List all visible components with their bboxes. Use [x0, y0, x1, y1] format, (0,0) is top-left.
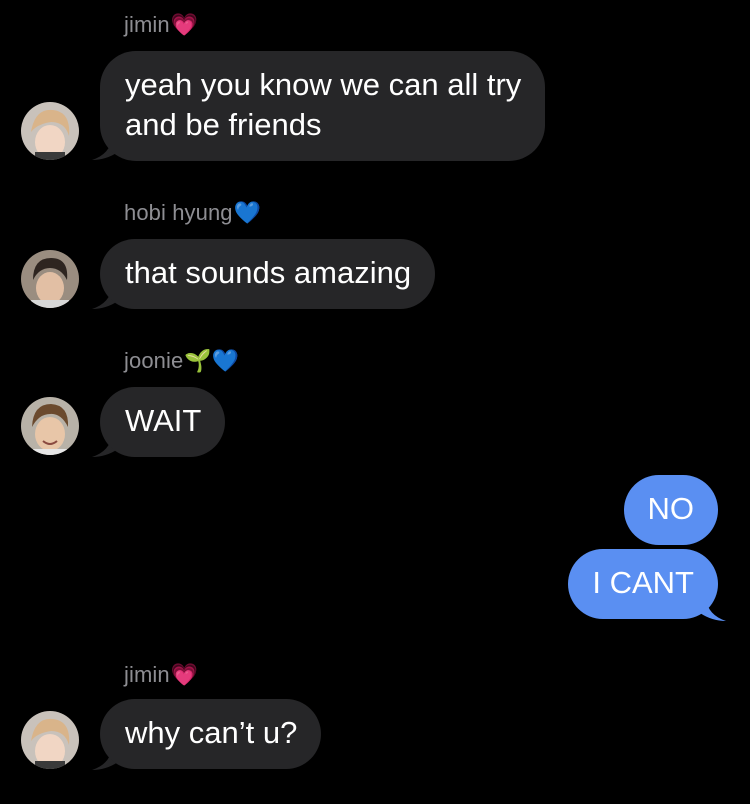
message-bubble-incoming[interactable]: why can’t u? [100, 699, 322, 769]
avatar-jimin[interactable] [21, 102, 79, 160]
avatar-joonie[interactable] [21, 397, 79, 455]
pink-heart-icon: 💗 [170, 662, 199, 687]
message-text: NO [647, 491, 695, 526]
message-text: why can’t u? [125, 715, 298, 750]
bubble-tail [700, 595, 726, 621]
blue-heart-icon: 💙 [233, 200, 262, 225]
sender-name-label: jimin [124, 662, 170, 687]
message-bubble-outgoing[interactable]: NO [623, 475, 718, 545]
sender-name: hobi hyung💙 [124, 200, 261, 226]
message-bubble-incoming[interactable]: WAIT [100, 387, 226, 457]
message-bubble-outgoing[interactable]: I CANT [568, 549, 718, 619]
sender-name: jimin💗 [124, 662, 198, 688]
message-text-line: yeah you know we can all try [125, 67, 522, 102]
avatar-jimin[interactable] [21, 711, 79, 769]
sender-name-label: joonie [124, 348, 184, 373]
seedling-blue-heart-icon: 🌱💙 [184, 348, 240, 373]
message-text: I CANT [592, 565, 694, 600]
sender-name-label: jimin [124, 12, 170, 37]
message-bubble-incoming[interactable]: that sounds amazing [100, 239, 436, 309]
message-text: WAIT [125, 403, 202, 438]
sender-name: jimin💗 [124, 12, 198, 38]
avatar-hobi[interactable] [21, 250, 79, 308]
message-text: that sounds amazing [125, 255, 412, 290]
message-bubble-incoming[interactable]: yeah you know we can all try and be frie… [100, 51, 546, 161]
pink-heart-icon: 💗 [170, 12, 199, 37]
sender-name: joonie🌱💙 [124, 348, 239, 374]
message-text-line: and be friends [125, 107, 322, 142]
sender-name-label: hobi hyung [124, 200, 233, 225]
